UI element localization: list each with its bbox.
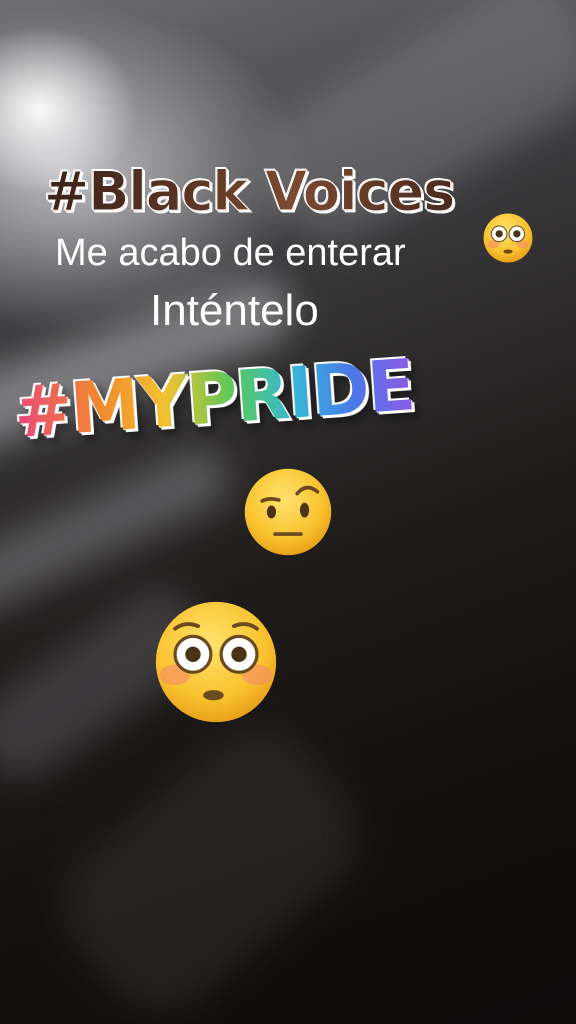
black-voices-hashtag-sticker[interactable]: #Black Voices xyxy=(43,160,455,224)
flushed-face-icon[interactable] xyxy=(152,598,280,726)
face-with-raised-eyebrow-icon[interactable] xyxy=(242,466,334,558)
motion-blur-streak xyxy=(0,439,239,621)
caption-text-1[interactable]: Me acabo de enterar xyxy=(55,232,406,275)
motion-blur-streak xyxy=(37,704,383,1024)
caption-text-2[interactable]: Inténtelo xyxy=(150,286,319,336)
flushed-face-icon[interactable] xyxy=(482,212,534,264)
